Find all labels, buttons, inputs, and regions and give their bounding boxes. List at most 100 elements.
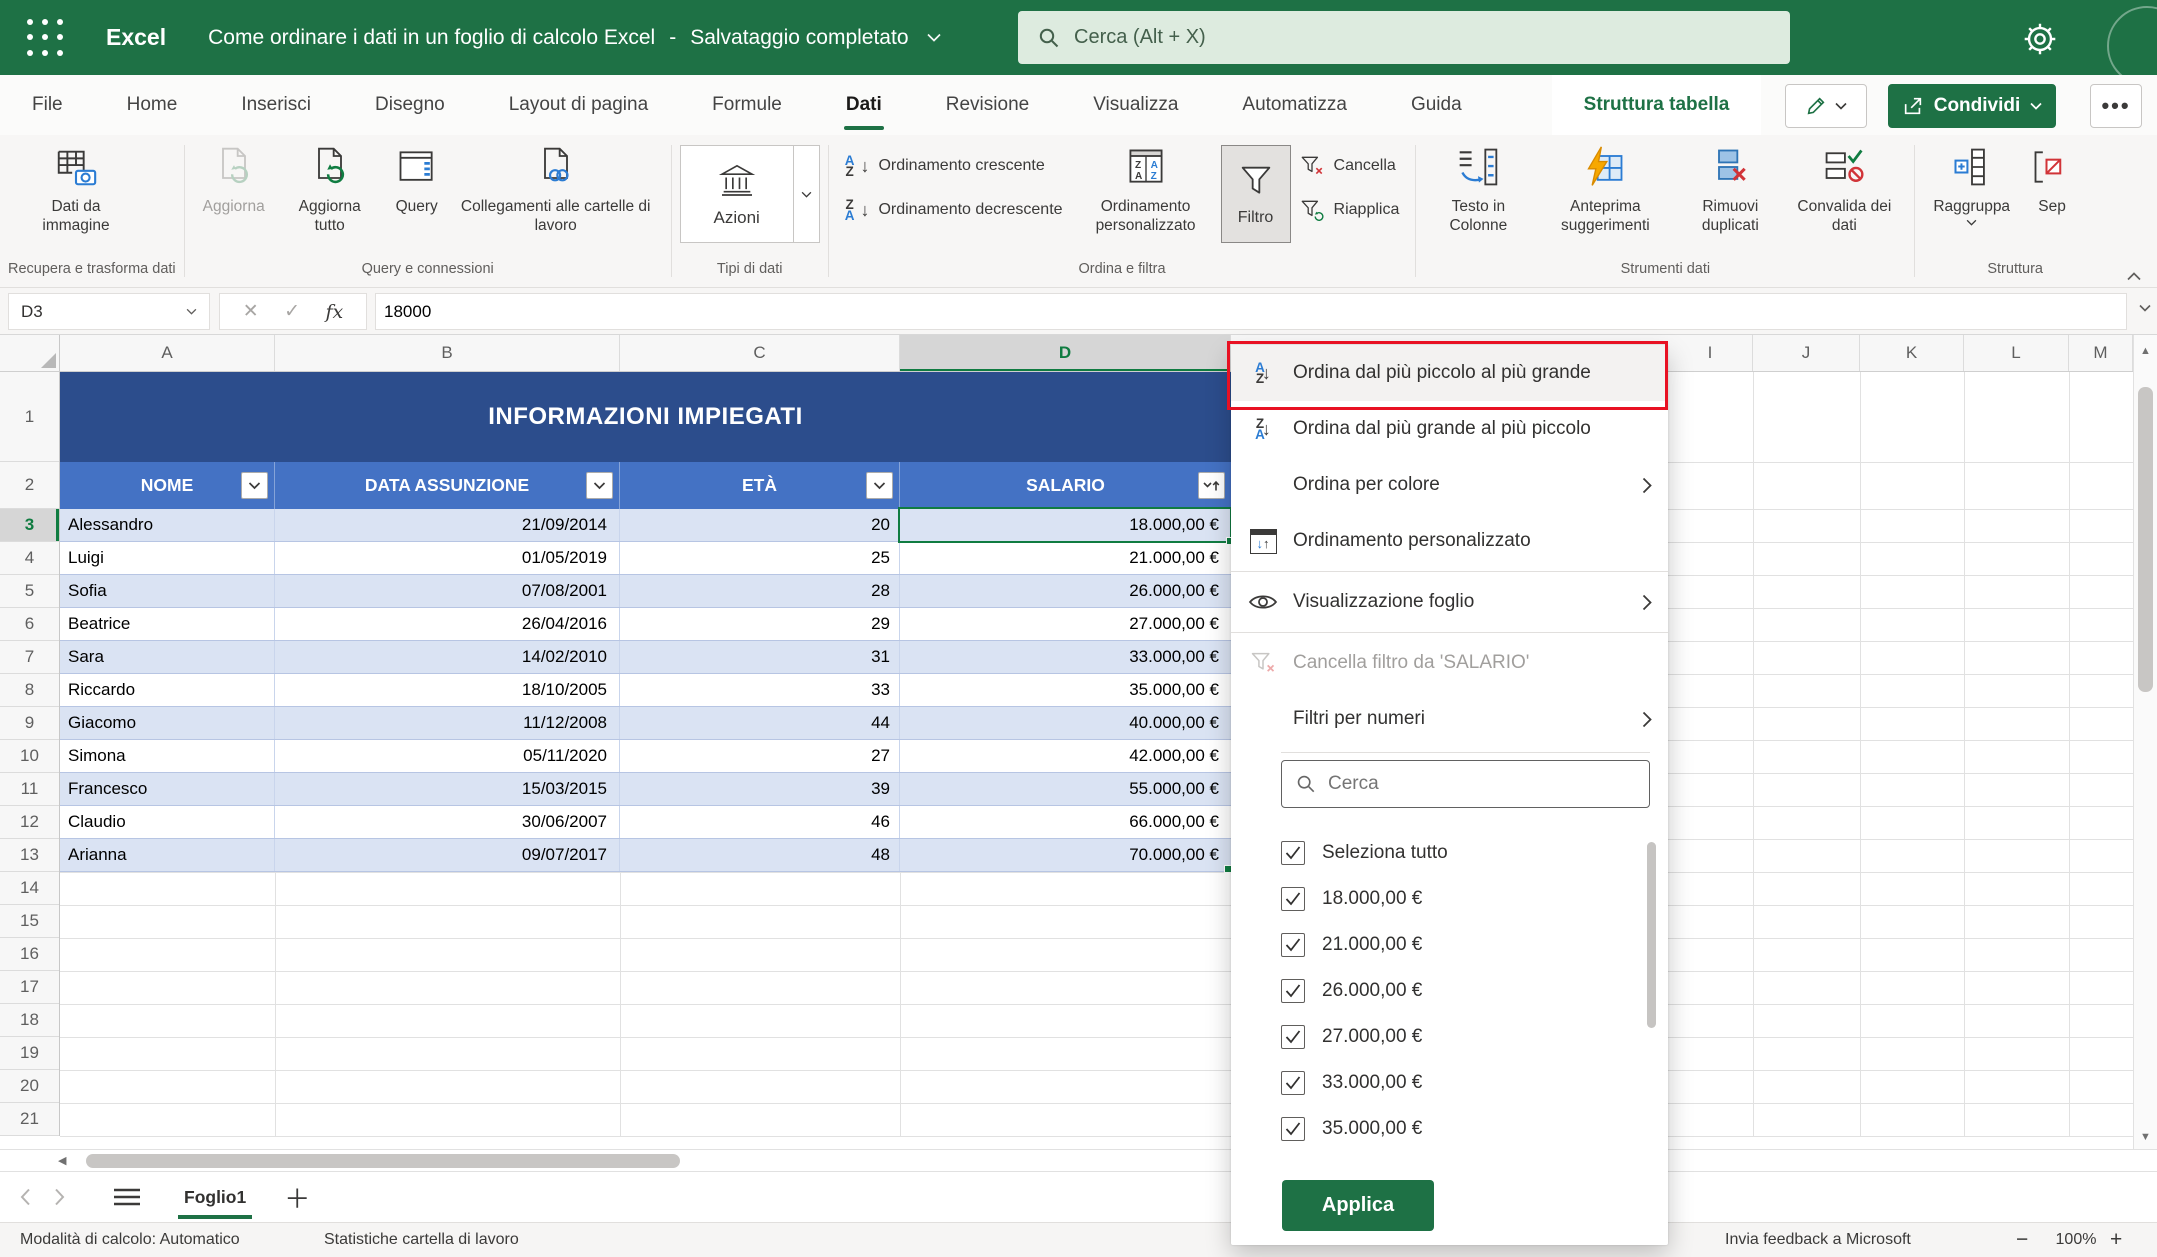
ungroup-cells-button[interactable]: Sep xyxy=(2020,135,2084,216)
cell-nome[interactable]: Sofia xyxy=(60,575,275,607)
zoom-out-button[interactable]: − xyxy=(2016,1223,2028,1257)
row-header[interactable]: 14 xyxy=(0,872,59,905)
cell-nome[interactable]: Francesco xyxy=(60,773,275,805)
cell-salario[interactable]: 27.000,00 € xyxy=(900,608,1231,640)
table-title-cell[interactable]: INFORMAZIONI IMPIEGATI xyxy=(60,372,1231,462)
header-salario[interactable]: SALARIO xyxy=(900,462,1231,509)
scroll-left-arrow[interactable]: ◀ xyxy=(58,1154,66,1167)
cell-data-assunzione[interactable]: 21/09/2014 xyxy=(275,509,620,541)
row-header[interactable]: 6 xyxy=(0,608,59,641)
custom-sort-button[interactable]: ZAAZ Ordinamento personalizzato xyxy=(1071,135,1221,236)
filter-value-item[interactable]: 27.000,00 € xyxy=(1231,1014,1668,1060)
ribbon-tab[interactable]: Formule xyxy=(680,75,814,135)
cell-nome[interactable]: Alessandro xyxy=(60,509,275,541)
row-header[interactable]: 3 xyxy=(0,509,59,542)
expand-formula-bar-icon[interactable] xyxy=(2139,304,2151,312)
filter-value-item[interactable]: 26.000,00 € xyxy=(1231,968,1668,1014)
prev-sheet-icon[interactable] xyxy=(8,1188,42,1206)
filter-dropdown-button-active[interactable] xyxy=(1198,472,1225,499)
cell-eta[interactable]: 44 xyxy=(620,707,900,739)
calc-mode-status[interactable]: Modalità di calcolo: Automatico xyxy=(20,1223,240,1257)
header-data-assunzione[interactable]: DATA ASSUNZIONE xyxy=(275,462,620,509)
filter-dropdown-button[interactable] xyxy=(866,472,893,499)
name-box[interactable]: D3 xyxy=(8,293,210,330)
editing-mode-button[interactable] xyxy=(1785,84,1867,128)
menu-item-sort-by-color[interactable]: Ordina per colore xyxy=(1231,457,1668,513)
column-header-l[interactable]: L xyxy=(1964,335,2069,371)
menu-item-clear-filter[interactable]: Cancella filtro da 'SALARIO' xyxy=(1231,635,1668,691)
menu-list-scroll-thumb[interactable] xyxy=(1647,842,1656,1028)
column-header-m[interactable]: M xyxy=(2069,335,2133,371)
horizontal-scroll-thumb[interactable] xyxy=(86,1154,680,1168)
ribbon-tab[interactable]: Revisione xyxy=(914,75,1061,135)
ribbon-tab[interactable]: Layout di pagina xyxy=(477,75,680,135)
apply-filter-button[interactable]: Applica xyxy=(1282,1180,1434,1231)
filter-select-all[interactable]: Seleziona tutto xyxy=(1231,830,1668,876)
cell-data-assunzione[interactable]: 26/04/2016 xyxy=(275,608,620,640)
cell-eta[interactable]: 20 xyxy=(620,509,900,541)
cell-salario[interactable]: 18.000,00 € xyxy=(900,509,1231,541)
filter-dropdown-button[interactable] xyxy=(241,472,268,499)
next-sheet-icon[interactable] xyxy=(42,1188,76,1206)
cell-nome[interactable]: Arianna xyxy=(60,839,275,871)
scroll-down-arrow[interactable]: ▼ xyxy=(2134,1131,2157,1143)
row-header[interactable]: 10 xyxy=(0,740,59,773)
cell-data-assunzione[interactable]: 11/12/2008 xyxy=(275,707,620,739)
cell-data-assunzione[interactable]: 14/02/2010 xyxy=(275,641,620,673)
zoom-level[interactable]: 100% xyxy=(2048,1223,2104,1257)
filter-value-item[interactable]: 33.000,00 € xyxy=(1231,1060,1668,1106)
cell-eta[interactable]: 46 xyxy=(620,806,900,838)
scroll-up-arrow[interactable]: ▲ xyxy=(2134,345,2157,357)
sort-ascending-button[interactable]: AZ↓ Ordinamento crescente xyxy=(837,145,1071,187)
cell-salario[interactable]: 33.000,00 € xyxy=(900,641,1231,673)
formula-input[interactable]: 18000 xyxy=(375,293,2127,330)
filter-toggle-button[interactable]: Filtro xyxy=(1221,145,1291,243)
row-header[interactable]: 8 xyxy=(0,674,59,707)
row-header[interactable]: 16 xyxy=(0,938,59,971)
data-validation-button[interactable]: Convalida dei dati xyxy=(1782,135,1906,236)
column-header-k[interactable]: K xyxy=(1860,335,1964,371)
select-all-corner[interactable] xyxy=(0,335,60,371)
checkbox-checked-icon[interactable] xyxy=(1281,1025,1305,1049)
menu-item-number-filters[interactable]: Filtri per numeri xyxy=(1231,691,1668,747)
cancel-icon[interactable]: ✕ xyxy=(243,300,259,323)
remove-duplicates-button[interactable]: Rimuovi duplicati xyxy=(1678,135,1782,236)
ribbon-tab[interactable]: Dati xyxy=(814,75,914,135)
ribbon-tab[interactable]: File xyxy=(0,75,95,135)
row-header[interactable]: 21 xyxy=(0,1103,59,1136)
cell-eta[interactable]: 33 xyxy=(620,674,900,706)
cell-nome[interactable]: Sara xyxy=(60,641,275,673)
collegamenti-button[interactable]: Collegamenti alle cartelle di lavoro xyxy=(449,135,663,236)
cell-data-assunzione[interactable]: 09/07/2017 xyxy=(275,839,620,871)
row-header[interactable]: 13 xyxy=(0,839,59,872)
row-header[interactable]: 4 xyxy=(0,542,59,575)
menu-item-sheet-view[interactable]: Visualizzazione foglio xyxy=(1231,574,1668,630)
cell-data-assunzione[interactable]: 07/08/2001 xyxy=(275,575,620,607)
cell-eta[interactable]: 29 xyxy=(620,608,900,640)
cell-nome[interactable]: Luigi xyxy=(60,542,275,574)
checkbox-checked-icon[interactable] xyxy=(1281,933,1305,957)
cell-eta[interactable]: 28 xyxy=(620,575,900,607)
cell-nome[interactable]: Claudio xyxy=(60,806,275,838)
row-header[interactable]: 11 xyxy=(0,773,59,806)
aggiorna-button[interactable]: Aggiorna xyxy=(193,135,275,216)
cell-salario[interactable]: 21.000,00 € xyxy=(900,542,1231,574)
tab-struttura-tabella[interactable]: Struttura tabella xyxy=(1552,75,1762,135)
row-header[interactable]: 17 xyxy=(0,971,59,1004)
sheet-tab-foglio1[interactable]: Foglio1 xyxy=(168,1172,262,1222)
search-input[interactable]: Cerca (Alt + X) xyxy=(1018,11,1790,64)
ribbon-tab[interactable]: Home xyxy=(95,75,210,135)
more-options-button[interactable]: ••• xyxy=(2090,84,2142,128)
cell-salario[interactable]: 35.000,00 € xyxy=(900,674,1231,706)
cell-data-assunzione[interactable]: 18/10/2005 xyxy=(275,674,620,706)
workbook-stats-status[interactable]: Statistiche cartella di lavoro xyxy=(324,1223,519,1257)
cell-eta[interactable]: 39 xyxy=(620,773,900,805)
cell-data-assunzione[interactable]: 30/06/2007 xyxy=(275,806,620,838)
row-header[interactable]: 5 xyxy=(0,575,59,608)
chevron-down-icon[interactable] xyxy=(793,146,819,242)
column-header-c[interactable]: C xyxy=(620,335,900,371)
cell-salario[interactable]: 26.000,00 € xyxy=(900,575,1231,607)
azioni-data-type-button[interactable]: Azioni xyxy=(680,145,820,243)
cell-eta[interactable]: 48 xyxy=(620,839,900,871)
sheet-list-icon[interactable] xyxy=(114,1188,140,1206)
